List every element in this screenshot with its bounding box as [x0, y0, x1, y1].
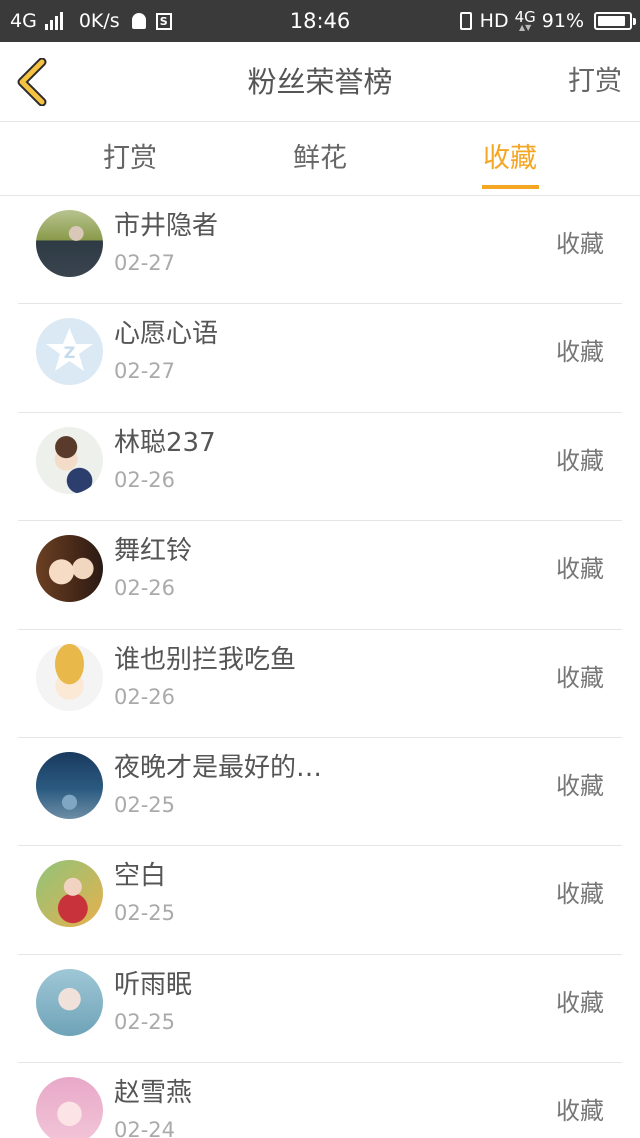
user-name: 谁也别拦我吃鱼 — [114, 644, 297, 675]
list-item[interactable]: 舞红铃 02-26 收藏 — [18, 521, 622, 630]
pink-anime-avatar — [36, 1077, 103, 1138]
user-name: 赵雪燕 — [114, 1078, 193, 1109]
fan-list: 市井隐者 02-27 收藏 Z 心愿心语 02-27 收藏 林聪237 02-2… — [0, 196, 640, 1138]
data-network-label: 4G — [514, 8, 536, 26]
user-date: 02-25 — [114, 792, 176, 817]
list-item[interactable]: 赵雪燕 02-24 收藏 — [18, 1063, 622, 1138]
user-name: 心愿心语 — [114, 319, 219, 350]
battery-fill — [598, 16, 626, 26]
action-label: 收藏 — [556, 446, 604, 475]
action-label: 收藏 — [556, 555, 604, 584]
data-arrows-icon: ▲▼ — [519, 23, 532, 32]
action-label: 收藏 — [556, 663, 604, 692]
blurry-photo-avatar — [36, 968, 103, 1036]
page-title: 粉丝荣誉榜 — [247, 65, 393, 99]
user-date: 02-25 — [114, 901, 176, 926]
battery-percent: 91% — [541, 10, 584, 32]
list-item[interactable]: 市井隐者 02-27 收藏 — [18, 196, 622, 305]
user-name: 舞红铃 — [114, 536, 193, 567]
header: 粉丝荣誉榜 打赏 — [0, 42, 640, 122]
user-name: 市井隐者 — [114, 211, 219, 241]
list-item[interactable]: 林聪237 02-26 收藏 — [18, 413, 622, 522]
user-date: 02-25 — [114, 1009, 176, 1034]
user-name: 夜晚才是最好的… — [114, 752, 323, 783]
user-date: 02-24 — [114, 1118, 176, 1138]
list-item[interactable]: 空白 02-25 收藏 — [18, 846, 622, 955]
user-name: 听雨眠 — [114, 969, 193, 1000]
status-right: HD 4G ▲▼ 91% — [459, 0, 636, 42]
action-label: 收藏 — [556, 880, 604, 909]
user-name: 空白 — [114, 861, 167, 892]
tab-bar: 打赏 鲜花 收藏 — [0, 122, 640, 196]
action-label: 收藏 — [556, 771, 604, 800]
list-item[interactable]: 夜晚才是最好的… 02-25 收藏 — [18, 738, 622, 847]
action-label: 收藏 — [556, 230, 604, 258]
night-sky-avatar — [36, 751, 103, 819]
tab-reward[interactable]: 打赏 — [90, 122, 170, 196]
list-item[interactable]: 听雨眠 02-25 收藏 — [18, 955, 622, 1064]
star-icon: Z — [46, 328, 93, 372]
user-date: 02-27 — [114, 359, 176, 384]
data-icon: 4G ▲▼ — [515, 10, 536, 32]
man-photo-avatar — [36, 210, 103, 277]
reward-button[interactable]: 打赏 — [568, 42, 622, 122]
list-item[interactable]: 谁也别拦我吃鱼 02-26 收藏 — [18, 630, 622, 738]
action-label: 收藏 — [556, 988, 604, 1017]
straw-hat-avatar — [36, 643, 103, 711]
user-date: 02-26 — [114, 684, 176, 709]
cartoon-boy-avatar — [36, 426, 103, 494]
active-tab-indicator — [482, 185, 539, 189]
user-date: 02-26 — [114, 576, 176, 601]
user-date: 02-26 — [114, 467, 176, 492]
hd-label: HD — [479, 10, 509, 32]
vibrate-icon — [459, 12, 472, 30]
svg-text:Z: Z — [64, 343, 76, 362]
battery-icon — [594, 12, 636, 30]
status-bar: 4G 0K/s S 18:46 HD 4G ▲▼ 91% — [0, 0, 640, 42]
anime-red-avatar — [36, 860, 103, 928]
action-label: 收藏 — [556, 1097, 604, 1126]
action-label: 收藏 — [556, 338, 604, 367]
user-date: 02-27 — [114, 251, 176, 275]
tab-flowers[interactable]: 鲜花 — [280, 122, 360, 196]
anime-girls-avatar — [36, 535, 103, 603]
user-name: 林聪237 — [114, 427, 216, 458]
list-item[interactable]: Z 心愿心语 02-27 收藏 — [18, 304, 622, 413]
default-star-avatar: Z — [36, 318, 103, 386]
